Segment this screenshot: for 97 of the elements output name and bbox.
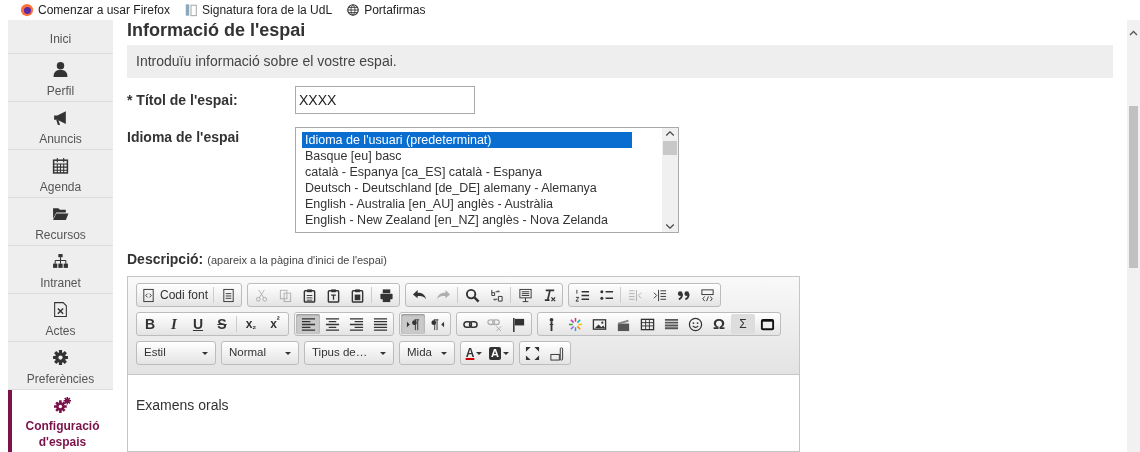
document-x-icon xyxy=(52,301,69,318)
replace-icon xyxy=(488,287,504,303)
underline-button[interactable]: U xyxy=(186,314,210,334)
caret-icon xyxy=(441,351,447,355)
caret-icon xyxy=(502,351,509,355)
editor-text: Examens orals xyxy=(136,396,229,415)
sitemap-icon xyxy=(52,253,69,270)
template-icon xyxy=(517,287,533,303)
field-label: Descripció: xyxy=(127,250,204,269)
megaphone-icon xyxy=(52,109,69,126)
bold-button[interactable]: B xyxy=(138,314,162,334)
field-hint: (apareix a la pàgina d'inici de l'espai) xyxy=(207,253,387,268)
numbered-list-icon xyxy=(574,287,590,303)
rtl-icon xyxy=(429,316,445,332)
style-dropdown[interactable]: Mida xyxy=(401,343,453,363)
background-color-button[interactable]: A xyxy=(486,343,512,363)
show-blocks-icon xyxy=(549,345,565,361)
field-label: * Títol de l'espai: xyxy=(127,90,239,110)
align-left-icon xyxy=(300,316,316,332)
toolbar-button[interactable] xyxy=(296,314,320,334)
scissors-icon xyxy=(253,287,269,303)
toolbar-button[interactable] xyxy=(401,314,425,334)
listbox-scrollbar[interactable] xyxy=(662,128,678,232)
italic-button[interactable]: I xyxy=(162,314,186,334)
style-dropdown[interactable]: Estil xyxy=(138,343,214,363)
style-dropdown[interactable]: Tipus de… xyxy=(306,343,392,363)
language-option[interactable]: Basque [eu] basc xyxy=(302,148,632,164)
sidebar-item[interactable]: Configuració d'espais xyxy=(8,390,113,452)
source-icon xyxy=(141,287,156,303)
bookmark-link[interactable]: Portafirmas xyxy=(364,1,426,19)
clipboard-icon xyxy=(301,287,317,303)
maximize-icon xyxy=(525,345,541,361)
copy-icon xyxy=(277,287,293,303)
folder-icon xyxy=(52,205,69,222)
flag-icon xyxy=(510,316,526,332)
caret-icon xyxy=(380,351,386,355)
printer-icon xyxy=(378,287,394,303)
language-option[interactable]: Idioma de l'usuari (predeterminat) xyxy=(302,132,632,148)
sidebar-item[interactable]: Anuncis xyxy=(8,102,113,150)
page-scrollbar[interactable] xyxy=(1127,20,1140,452)
source-button[interactable]: Codi font xyxy=(138,285,212,305)
special-character-button[interactable]: Ω xyxy=(707,314,731,334)
bookmark-link[interactable]: Comenzar a usar Firefox xyxy=(38,1,171,19)
user-icon xyxy=(52,61,69,78)
scrollbar-thumb[interactable] xyxy=(1129,106,1138,268)
sidebar-item[interactable]: Inici xyxy=(8,20,113,54)
formula-button[interactable]: Σ xyxy=(731,314,755,334)
div-container-icon xyxy=(699,287,715,303)
sidebar-item[interactable]: Intranet xyxy=(8,246,113,294)
language-option[interactable]: Deutsch - Deutschland [de_DE] alemany - Alemanya xyxy=(302,180,632,196)
script-button[interactable]: x$^{²}$ xyxy=(263,314,287,334)
indent-icon xyxy=(651,287,667,303)
iframe-icon xyxy=(759,316,775,332)
align-right-icon xyxy=(348,316,364,332)
bulleted-list-icon xyxy=(598,287,614,303)
title-input[interactable]: XXXX xyxy=(295,86,475,114)
document-icon xyxy=(220,287,236,303)
calendar-icon xyxy=(52,157,69,174)
sidebar-item[interactable]: Recursos xyxy=(8,198,113,246)
script-button[interactable]: x$_{₂}$ xyxy=(239,314,263,334)
gear-icon xyxy=(52,349,69,366)
search-icon xyxy=(464,287,480,303)
unlink-icon xyxy=(486,316,502,332)
info-message: Introduïu informació sobre el vostre espai. xyxy=(127,45,1113,78)
section-heading: Informació de l'espai xyxy=(127,20,307,41)
justify-icon xyxy=(372,316,388,332)
caret-icon xyxy=(202,351,208,355)
image-icon xyxy=(591,316,607,332)
language-option[interactable]: català - Espanya [ca_ES] català - Espanya xyxy=(302,164,632,180)
align-center-icon xyxy=(324,316,340,332)
page-icon xyxy=(184,3,199,17)
clipboard-text-icon xyxy=(325,287,341,303)
clipboard-doc-icon xyxy=(349,287,365,303)
sidebar-item[interactable]: Agenda xyxy=(8,150,113,198)
strikethrough-button[interactable]: S xyxy=(210,314,234,334)
outdent-icon xyxy=(627,287,643,303)
field-label: Idioma de l'espai xyxy=(127,128,241,147)
caret-icon xyxy=(476,351,483,355)
language-listbox[interactable] xyxy=(295,127,679,233)
sidebar-item[interactable]: Perfil xyxy=(8,54,113,102)
language-option[interactable]: English - New Zealand [en_NZ] anglès - Nova Zelanda xyxy=(302,212,632,228)
gears-icon xyxy=(54,397,71,414)
scroll-up-icon[interactable] xyxy=(1129,30,1138,36)
style-dropdown[interactable]: Normal xyxy=(223,343,297,363)
table-icon xyxy=(639,316,655,332)
sidebar-item[interactable]: Actes xyxy=(8,294,113,342)
scrollbar-thumb[interactable] xyxy=(663,141,677,155)
globe-icon xyxy=(346,3,361,17)
smiley-icon xyxy=(687,316,703,332)
browser-logo-icon xyxy=(20,3,34,17)
caret-icon xyxy=(285,351,291,355)
text-color-button[interactable]: A xyxy=(462,343,486,363)
sparkle-icon xyxy=(567,316,583,332)
horizontal-rule-icon xyxy=(663,316,679,332)
ltr-icon xyxy=(405,316,421,332)
bookmark-link[interactable]: Signatura fora de la UdL xyxy=(202,1,333,19)
language-option[interactable]: English - Australia [en_AU] anglès - Austràlia xyxy=(302,196,632,212)
